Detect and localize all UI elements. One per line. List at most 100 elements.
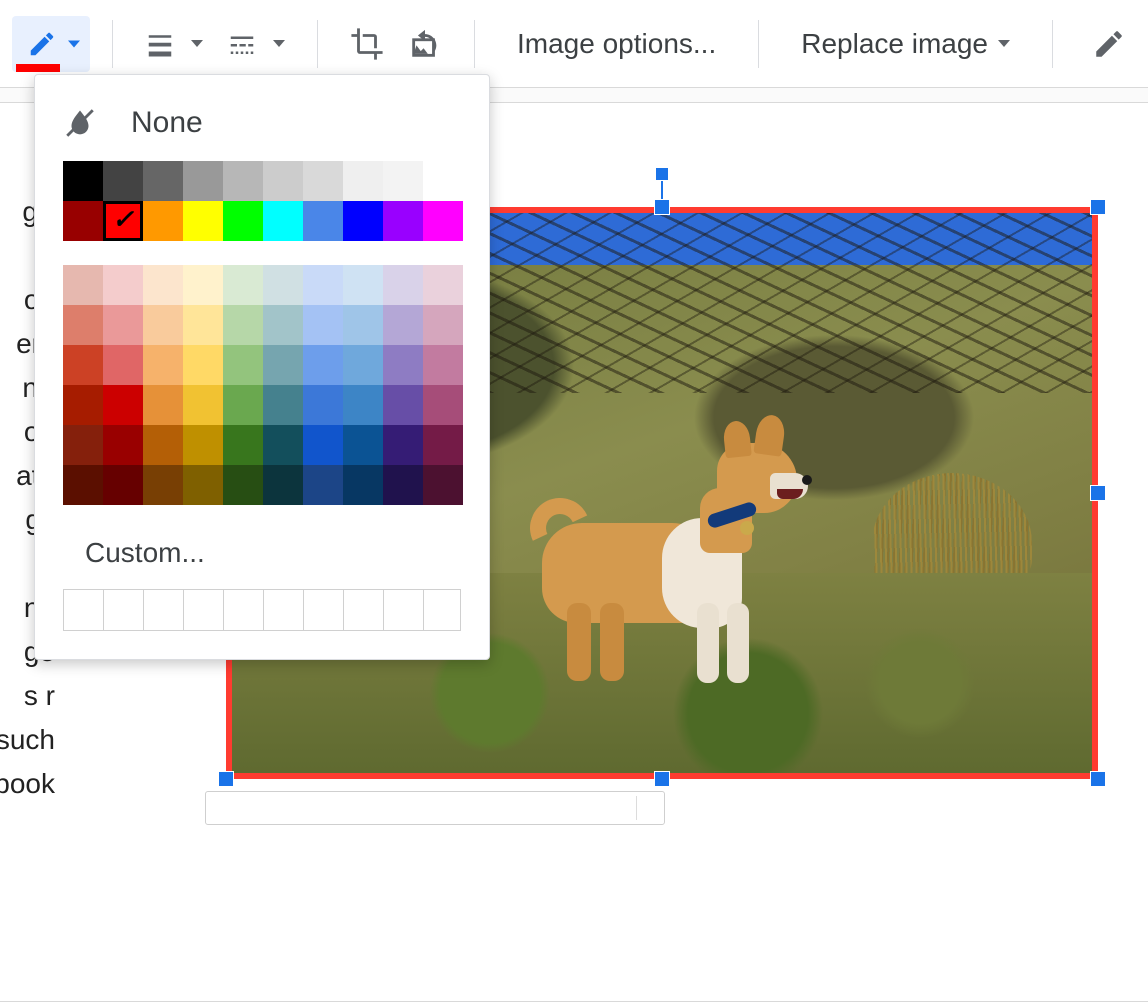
- color-swatch[interactable]: [263, 465, 303, 505]
- color-swatch[interactable]: [383, 161, 423, 201]
- color-swatch[interactable]: [143, 465, 183, 505]
- color-swatch[interactable]: [303, 385, 343, 425]
- color-swatch[interactable]: [103, 465, 143, 505]
- color-swatch[interactable]: [343, 385, 383, 425]
- color-swatch[interactable]: [383, 345, 423, 385]
- resize-handle-br[interactable]: [1090, 771, 1106, 787]
- color-swatch[interactable]: [383, 201, 423, 241]
- color-swatch[interactable]: [183, 161, 223, 201]
- color-swatch[interactable]: [263, 425, 303, 465]
- color-swatch[interactable]: [103, 425, 143, 465]
- rotate-handle[interactable]: [655, 167, 669, 181]
- color-swatch[interactable]: [263, 201, 303, 241]
- color-swatch[interactable]: [183, 425, 223, 465]
- color-swatch[interactable]: [223, 345, 263, 385]
- recent-color-slot[interactable]: [104, 590, 144, 630]
- color-swatch[interactable]: [143, 345, 183, 385]
- resize-handle-tm[interactable]: [654, 199, 670, 215]
- color-swatch[interactable]: [183, 345, 223, 385]
- recent-color-slot[interactable]: [384, 590, 424, 630]
- color-swatch[interactable]: [343, 265, 383, 305]
- image-layout-panel[interactable]: [205, 791, 665, 825]
- recent-color-slot[interactable]: [184, 590, 224, 630]
- border-weight-button[interactable]: [135, 16, 213, 72]
- resize-handle-bm[interactable]: [654, 771, 670, 787]
- color-swatch[interactable]: [103, 385, 143, 425]
- color-swatch[interactable]: [63, 201, 103, 241]
- resize-handle-bl[interactable]: [218, 771, 234, 787]
- color-swatch[interactable]: [63, 305, 103, 345]
- color-swatch[interactable]: [103, 201, 143, 241]
- color-swatch[interactable]: [263, 385, 303, 425]
- crop-button[interactable]: [340, 16, 394, 72]
- color-swatch[interactable]: [383, 265, 423, 305]
- color-swatch[interactable]: [423, 425, 463, 465]
- color-swatch[interactable]: [143, 201, 183, 241]
- color-swatch[interactable]: [63, 465, 103, 505]
- custom-color-option[interactable]: Custom...: [63, 531, 461, 583]
- color-swatch[interactable]: [183, 305, 223, 345]
- color-swatch[interactable]: [183, 385, 223, 425]
- color-swatch[interactable]: [143, 425, 183, 465]
- color-swatch[interactable]: [303, 305, 343, 345]
- color-swatch[interactable]: [343, 201, 383, 241]
- recent-color-slot[interactable]: [424, 590, 464, 630]
- edit-button[interactable]: [1082, 16, 1136, 72]
- color-swatch[interactable]: [303, 201, 343, 241]
- color-swatch[interactable]: [223, 265, 263, 305]
- border-dash-button[interactable]: [217, 16, 295, 72]
- color-swatch[interactable]: [143, 161, 183, 201]
- recent-color-slot[interactable]: [344, 590, 384, 630]
- color-swatch[interactable]: [103, 265, 143, 305]
- color-swatch[interactable]: [223, 465, 263, 505]
- color-swatch[interactable]: [63, 161, 103, 201]
- recent-color-slot[interactable]: [304, 590, 344, 630]
- color-swatch[interactable]: [343, 161, 383, 201]
- color-swatch[interactable]: [383, 385, 423, 425]
- color-swatch[interactable]: [303, 425, 343, 465]
- color-swatch[interactable]: [423, 345, 463, 385]
- color-swatch[interactable]: [63, 385, 103, 425]
- color-swatch[interactable]: [263, 345, 303, 385]
- resize-handle-tr[interactable]: [1090, 199, 1106, 215]
- color-swatch[interactable]: [343, 425, 383, 465]
- color-swatch[interactable]: [143, 385, 183, 425]
- color-swatch[interactable]: [223, 161, 263, 201]
- color-swatch[interactable]: [103, 345, 143, 385]
- color-swatch[interactable]: [303, 465, 343, 505]
- recent-color-slot[interactable]: [264, 590, 304, 630]
- color-swatch[interactable]: [223, 425, 263, 465]
- color-swatch[interactable]: [63, 265, 103, 305]
- color-swatch[interactable]: [423, 465, 463, 505]
- color-swatch[interactable]: [103, 161, 143, 201]
- color-swatch[interactable]: [303, 161, 343, 201]
- recent-color-slot[interactable]: [144, 590, 184, 630]
- color-swatch[interactable]: [63, 345, 103, 385]
- color-swatch[interactable]: [103, 305, 143, 345]
- color-none-option[interactable]: None: [63, 99, 461, 147]
- image-options-button[interactable]: Image options...: [497, 16, 736, 72]
- color-swatch[interactable]: [423, 161, 463, 201]
- color-swatch[interactable]: [423, 265, 463, 305]
- color-swatch[interactable]: [383, 465, 423, 505]
- color-swatch[interactable]: [263, 305, 303, 345]
- color-swatch[interactable]: [383, 425, 423, 465]
- color-swatch[interactable]: [303, 265, 343, 305]
- color-swatch[interactable]: [223, 305, 263, 345]
- recent-color-slot[interactable]: [224, 590, 264, 630]
- color-swatch[interactable]: [423, 385, 463, 425]
- color-swatch[interactable]: [263, 265, 303, 305]
- color-swatch[interactable]: [303, 345, 343, 385]
- recent-color-slot[interactable]: [64, 590, 104, 630]
- border-color-button[interactable]: [12, 16, 90, 72]
- color-swatch[interactable]: [423, 305, 463, 345]
- color-swatch[interactable]: [343, 345, 383, 385]
- color-swatch[interactable]: [183, 201, 223, 241]
- color-swatch[interactable]: [223, 385, 263, 425]
- color-swatch[interactable]: [263, 161, 303, 201]
- reset-image-button[interactable]: [398, 16, 452, 72]
- resize-handle-mr[interactable]: [1090, 485, 1106, 501]
- color-swatch[interactable]: [383, 305, 423, 345]
- color-swatch[interactable]: [223, 201, 263, 241]
- replace-image-button[interactable]: Replace image: [781, 16, 1030, 72]
